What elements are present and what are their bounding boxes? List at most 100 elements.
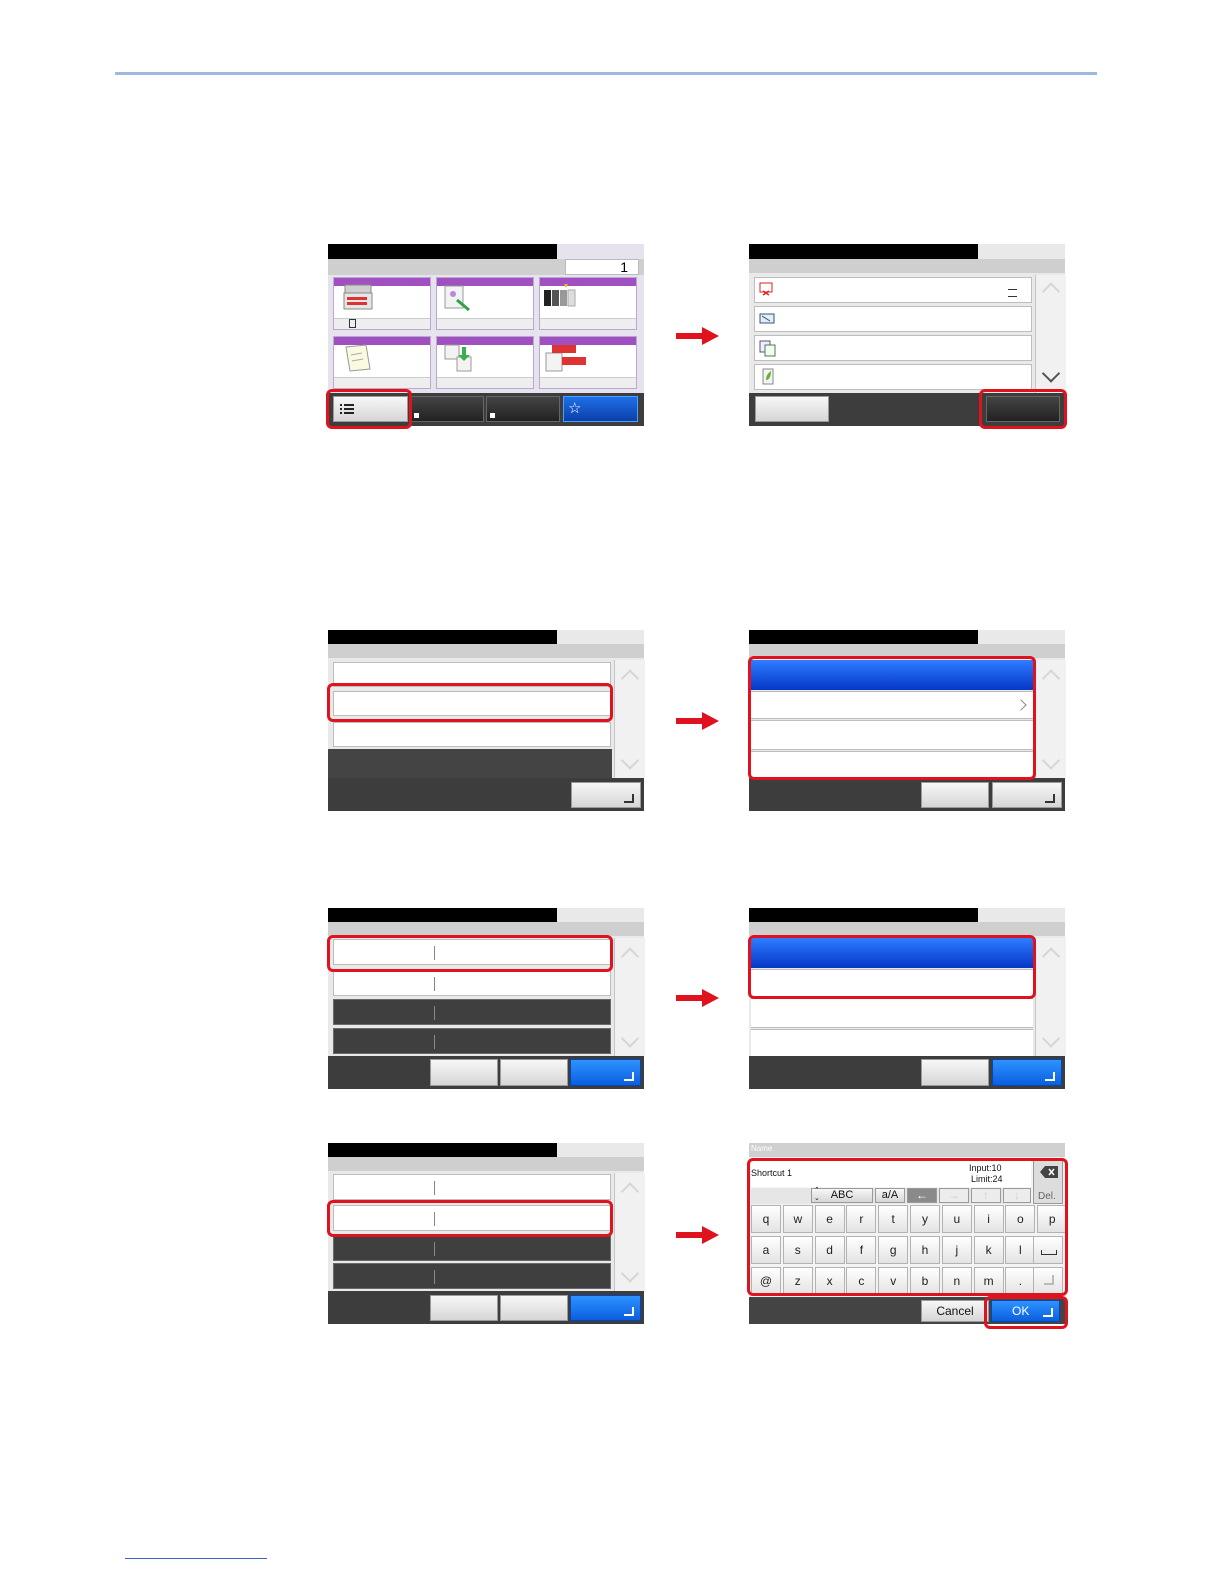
shortcut-row-3: [333, 999, 611, 1025]
function-left-button[interactable]: [755, 396, 829, 422]
tile-copy[interactable]: [333, 277, 431, 330]
highlight-name-row: [327, 1200, 613, 1237]
eco-icon: [762, 368, 774, 385]
footer-button-2[interactable]: [500, 1295, 568, 1321]
scroll-down-icon[interactable]: [1041, 1029, 1061, 1048]
shortcut-row-4: [333, 1028, 611, 1054]
highlight-list-selection: [748, 656, 1036, 780]
page-indicator: 1: [565, 259, 639, 275]
enter-icon: [624, 1307, 634, 1316]
shortcut-title-bar: [749, 908, 978, 922]
enter-icon: [624, 794, 634, 803]
shortcut-button-1[interactable]: [410, 396, 484, 422]
tile-collate[interactable]: [539, 336, 637, 389]
menu-row-3[interactable]: [754, 335, 1032, 361]
scroll-up-icon[interactable]: [620, 1182, 640, 1201]
function-title-bar: [749, 244, 978, 259]
scroll-down-icon[interactable]: [620, 751, 640, 770]
cancel-button[interactable]: Cancel: [921, 1300, 989, 1322]
shortcut-status-bar: [328, 1157, 644, 1171]
shortcut-icon: [414, 413, 419, 418]
enter-icon: [1045, 794, 1055, 803]
keyboard-title-bar: Name: [749, 1143, 1065, 1157]
paper-size-icon: [349, 319, 356, 328]
shortcut-title-bar: [328, 1143, 557, 1157]
document-send-icon: [444, 285, 470, 312]
scan-icon: [759, 313, 775, 324]
star-icon: ☆: [568, 400, 582, 417]
scroll-down-icon[interactable]: [1041, 364, 1061, 383]
save-button[interactable]: [570, 1295, 641, 1321]
scroll-up-icon[interactable]: [620, 669, 640, 688]
highlight-shortcut-row: [327, 935, 613, 972]
scroll-up-icon[interactable]: [1041, 669, 1061, 688]
scroll-up-icon[interactable]: [1041, 947, 1061, 966]
highlight-shortcut-selection: [748, 935, 1036, 999]
menu-row-1[interactable]: [754, 277, 1032, 303]
shortcut-scrollbar[interactable]: [1035, 938, 1066, 1056]
list-scrollbar[interactable]: [1035, 660, 1066, 778]
list-title-bar: [328, 630, 557, 644]
arrow-right-icon: [676, 712, 720, 730]
list-scrollbar[interactable]: [614, 660, 645, 778]
close-button[interactable]: [571, 782, 641, 808]
duplex-icon: [759, 340, 776, 357]
arrow-right-icon: [676, 1226, 720, 1244]
density-icon: [544, 284, 576, 307]
shortcut-title-bar: [328, 908, 557, 922]
list-empty-area: [328, 749, 612, 779]
highlight-list-row: [327, 683, 613, 722]
favorites-button[interactable]: ☆: [563, 396, 638, 422]
paper-selection-icon: [759, 282, 773, 296]
combine-icon: [444, 344, 472, 372]
tile-combine[interactable]: [436, 336, 534, 389]
tile-send[interactable]: [436, 277, 534, 330]
shortcut-icon: [490, 413, 495, 418]
keyboard-title: Name: [751, 1144, 773, 1153]
footer-button-1[interactable]: [430, 1059, 498, 1086]
scroll-up-icon[interactable]: [1041, 282, 1061, 301]
shortcut-row-3: [333, 1235, 611, 1261]
shortcut-row-4[interactable]: [751, 1029, 1033, 1057]
menu-row-2[interactable]: [754, 306, 1032, 332]
scroll-up-icon[interactable]: [620, 947, 640, 966]
list-row-3[interactable]: [333, 722, 611, 747]
shortcut-scrollbar[interactable]: [614, 1173, 645, 1291]
tile-density[interactable]: [539, 277, 637, 330]
footer-button-2[interactable]: [500, 1059, 568, 1086]
function-status-bar: [749, 259, 1065, 273]
enter-icon: [1045, 1072, 1055, 1081]
scroll-down-icon[interactable]: [620, 1264, 640, 1283]
highlight-ok-button: [984, 1296, 1068, 1329]
menu-row-4[interactable]: [754, 364, 1032, 390]
shortcut-row-3[interactable]: [751, 998, 1033, 1028]
ok-button[interactable]: [992, 1059, 1062, 1086]
arrow-right-icon: [676, 327, 720, 345]
highlight-function-menu: [326, 389, 412, 429]
cancel-button[interactable]: [921, 782, 989, 808]
highlight-keyboard: [747, 1158, 1068, 1296]
shortcut-button-2[interactable]: [486, 396, 560, 422]
arrow-right-icon: [676, 989, 720, 1007]
shortcut-row-2[interactable]: [333, 970, 611, 996]
tile-original[interactable]: [333, 336, 431, 389]
paper-icon: [345, 344, 371, 372]
footer-link-rule: [125, 1558, 267, 1559]
footer-button-1[interactable]: [430, 1295, 498, 1321]
shortcut-status-bar: [749, 922, 1065, 936]
shortcut-status-bar: [328, 922, 644, 936]
save-button[interactable]: [570, 1059, 641, 1086]
home-title-bar: [328, 244, 557, 259]
copier-icon: [343, 284, 373, 310]
scroll-down-icon[interactable]: [1041, 751, 1061, 770]
scroll-down-icon[interactable]: [620, 1029, 640, 1048]
collate-icon: [545, 345, 586, 372]
ok-button[interactable]: [992, 782, 1062, 808]
cancel-button[interactable]: [921, 1059, 989, 1086]
shortcut-row-1[interactable]: [333, 1174, 611, 1200]
enter-icon: [624, 1072, 634, 1081]
function-scrollbar[interactable]: [1035, 275, 1066, 393]
list-status-bar: [328, 644, 644, 658]
paper-size-icon: [1008, 289, 1017, 297]
shortcut-scrollbar[interactable]: [614, 938, 645, 1056]
